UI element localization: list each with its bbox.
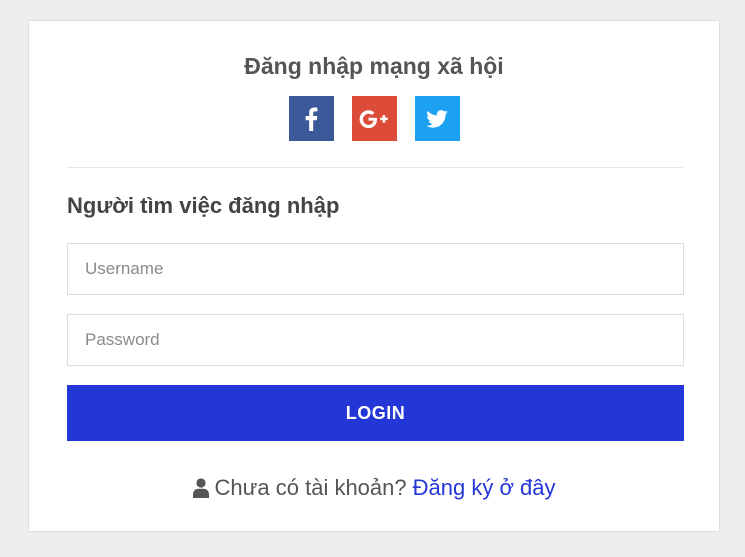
google-plus-login-button[interactable] [351,96,397,141]
username-input[interactable] [67,243,684,295]
login-button[interactable]: LOGIN [67,385,684,441]
twitter-login-button[interactable] [414,96,460,141]
password-input[interactable] [67,314,684,366]
social-login-title: Đăng nhập mạng xã hội [244,53,504,79]
facebook-login-button[interactable] [288,96,334,141]
signup-link[interactable]: Đăng ký ở đây [413,475,556,501]
google-plus-icon [359,109,388,128]
user-icon [192,478,209,498]
twitter-icon [426,109,448,128]
divider [67,167,683,168]
signup-prompt-text: Chưa có tài khoản? [214,475,407,500]
login-section-title: Người tìm việc đăng nhập [67,193,340,218]
signup-prompt: Chưa có tài khoản? Đăng ký ở đây [29,475,719,501]
facebook-icon [305,107,318,131]
social-buttons [29,96,719,141]
login-card: Đăng nhập mạng xã hội Người tìm việc đăn… [28,20,720,532]
